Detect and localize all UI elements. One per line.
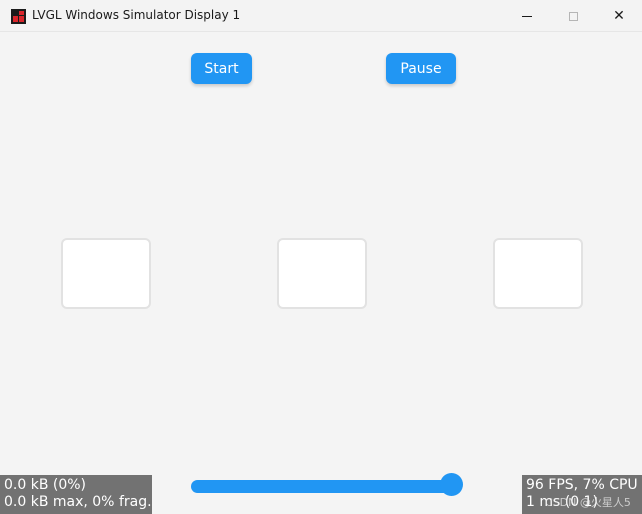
window-title: LVGL Windows Simulator Display 1 (32, 8, 241, 22)
maximize-button[interactable] (550, 0, 596, 32)
slider-knob[interactable] (440, 473, 463, 496)
lvgl-app-icon (11, 9, 26, 24)
animated-box-3 (493, 238, 583, 309)
minimize-button[interactable] (504, 0, 550, 32)
memory-monitor: 0.0 kB (0%) 0.0 kB max, 0% frag. (0, 475, 152, 514)
lvgl-screen: Start Pause 0.0 kB (0%) 0.0 kB max, 0% f… (0, 32, 642, 514)
fps-cpu-text: 96 FPS, 7% CPU (526, 477, 638, 493)
start-button[interactable]: Start (191, 53, 252, 84)
simulator-window: LVGL Windows Simulator Display 1 ✕ Start… (0, 0, 642, 514)
animated-box-1 (61, 238, 151, 309)
slider-track[interactable] (191, 480, 462, 493)
memory-max-text: 0.0 kB max, 0% frag. (4, 494, 152, 510)
title-bar[interactable]: LVGL Windows Simulator Display 1 ✕ (0, 0, 642, 32)
animated-box-2 (277, 238, 367, 309)
pause-button[interactable]: Pause (386, 53, 456, 84)
watermark-text: CSDN @火星人5 (545, 496, 631, 509)
memory-usage-text: 0.0 kB (0%) (4, 477, 87, 493)
maximize-icon (568, 11, 578, 21)
minimize-icon (522, 15, 532, 17)
close-button[interactable]: ✕ (596, 0, 642, 32)
close-icon: ✕ (613, 8, 625, 24)
